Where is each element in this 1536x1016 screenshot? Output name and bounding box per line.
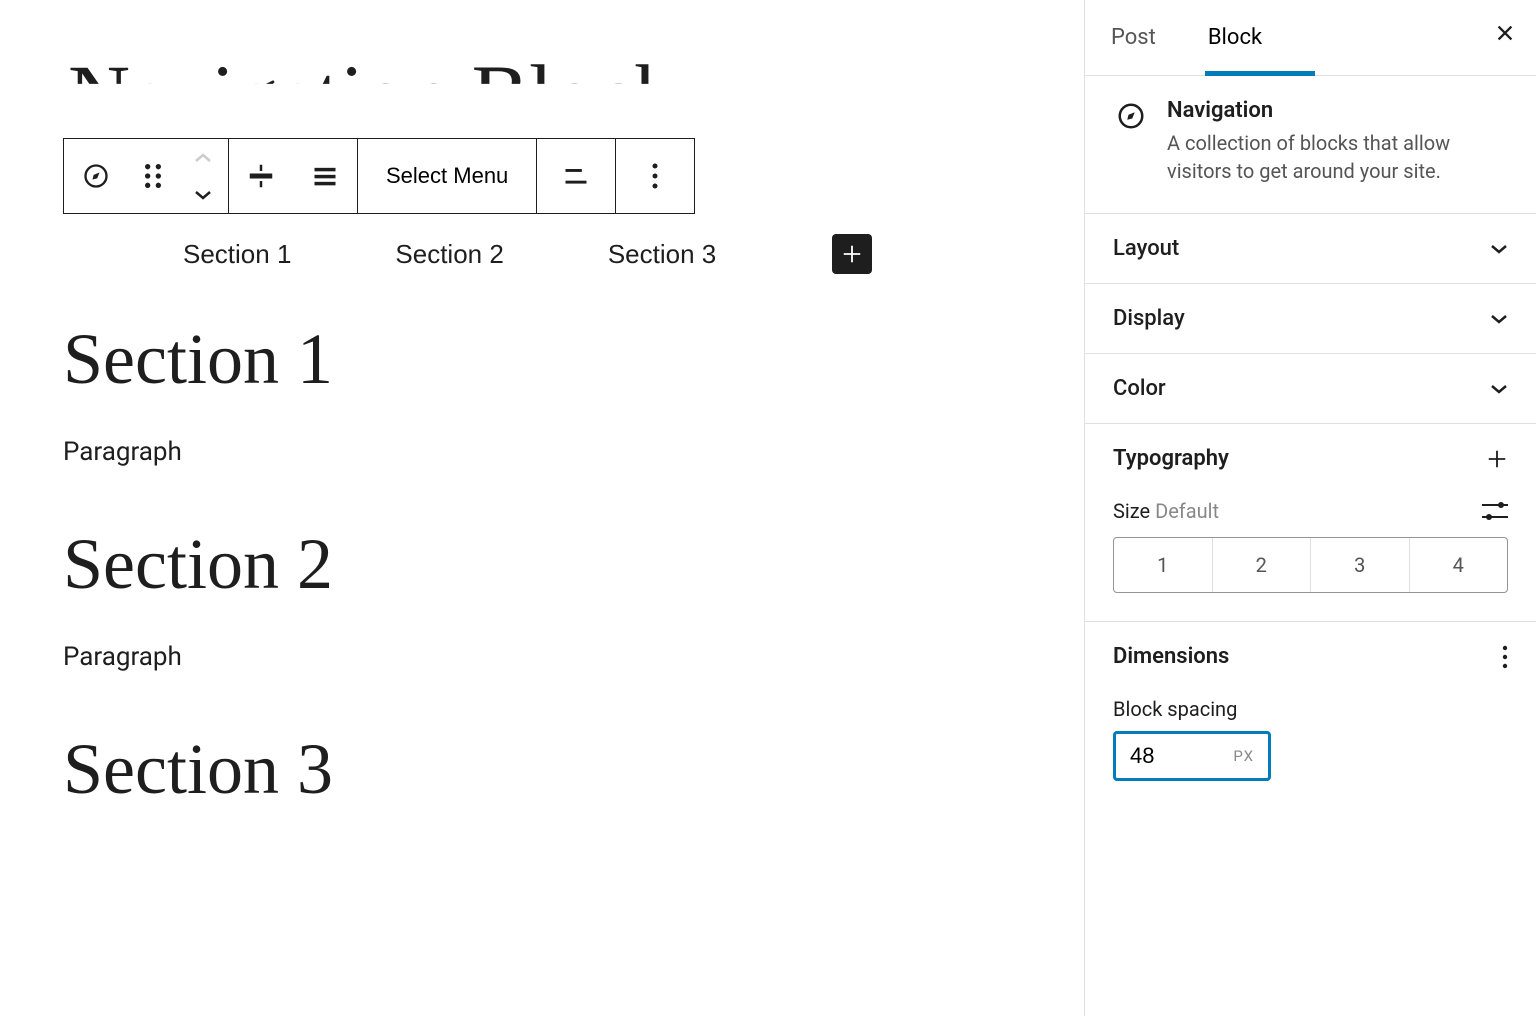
chevron-down-icon [1490, 384, 1508, 394]
editor-canvas: Navigation Block [0, 0, 1084, 1016]
block-spacing-label: Block spacing [1113, 697, 1508, 721]
text-align-button[interactable] [537, 139, 615, 213]
section-heading[interactable]: Section 3 [63, 728, 1024, 811]
drag-handle[interactable] [128, 139, 178, 213]
page-title: Navigation Block [68, 52, 677, 138]
settings-sidebar: Post Block Navigation A collection of bl… [1084, 0, 1536, 1016]
block-description: A collection of blocks that allow visito… [1167, 129, 1508, 185]
block-name: Navigation [1167, 98, 1508, 123]
chevron-down-icon [1490, 244, 1508, 254]
sliders-icon [1482, 500, 1508, 522]
panel-layout[interactable]: Layout [1085, 214, 1536, 284]
more-options-button[interactable] [616, 139, 694, 213]
move-down-button[interactable] [178, 176, 228, 213]
panel-color[interactable]: Color [1085, 354, 1536, 424]
add-block-button[interactable] [832, 234, 872, 274]
tab-block[interactable]: Block [1182, 0, 1288, 75]
close-sidebar-button[interactable] [1494, 22, 1516, 44]
drag-icon [144, 164, 162, 188]
custom-size-button[interactable] [1482, 500, 1508, 522]
panel-dimensions: Dimensions Block spacing PX [1085, 622, 1536, 781]
tab-post[interactable]: Post [1085, 0, 1182, 75]
select-menu-button[interactable]: Select Menu [358, 139, 536, 213]
size-option[interactable]: 2 [1212, 538, 1311, 592]
panel-title: Layout [1113, 236, 1179, 261]
size-label: Size Default [1113, 499, 1219, 523]
chevron-up-icon [194, 153, 212, 163]
font-size-picker: 1 2 3 4 [1113, 537, 1508, 593]
size-option[interactable]: 3 [1310, 538, 1409, 592]
move-up-button[interactable] [178, 139, 228, 176]
select-menu-label: Select Menu [386, 163, 508, 189]
dimensions-options-button[interactable] [1502, 645, 1508, 669]
more-vertical-icon [652, 163, 658, 189]
size-option[interactable]: 4 [1409, 538, 1508, 592]
navigation-block[interactable]: Section 1 Section 2 Section 3 [63, 234, 872, 274]
paragraph-block[interactable]: Paragraph [63, 437, 1024, 467]
panel-title: Typography [1113, 446, 1229, 471]
panel-display[interactable]: Display [1085, 284, 1536, 354]
justify-button[interactable] [293, 139, 357, 213]
block-spacing-control: PX [1113, 731, 1271, 781]
block-spacing-input[interactable] [1130, 743, 1190, 769]
section-heading[interactable]: Section 2 [63, 523, 1024, 606]
panel-title: Dimensions [1113, 644, 1229, 669]
unit-label[interactable]: PX [1233, 747, 1254, 765]
navigation-icon [82, 162, 110, 190]
paragraph-block[interactable]: Paragraph [63, 642, 1024, 672]
size-option[interactable]: 1 [1114, 538, 1212, 592]
nav-item[interactable]: Section 2 [395, 239, 503, 269]
nav-item[interactable]: Section 3 [608, 239, 716, 269]
active-tab-indicator [1205, 71, 1315, 76]
panel-typography: Typography Size Default [1085, 424, 1536, 622]
page-content: Section 1 Paragraph Section 2 Paragraph … [63, 318, 1024, 847]
section-heading[interactable]: Section 1 [63, 318, 1024, 401]
more-vertical-icon [1502, 645, 1508, 669]
panel-title: Display [1113, 306, 1185, 331]
align-center-icon [246, 161, 276, 191]
justify-icon [311, 162, 339, 190]
block-summary: Navigation A collection of blocks that a… [1085, 76, 1536, 214]
navigation-icon [1113, 98, 1149, 134]
block-type-button[interactable] [64, 139, 128, 213]
nav-item[interactable]: Section 1 [183, 239, 291, 269]
align-button[interactable] [229, 139, 293, 213]
panel-title: Color [1113, 376, 1166, 401]
plus-icon [841, 243, 863, 265]
close-icon [1494, 22, 1516, 44]
plus-icon [1486, 448, 1508, 470]
block-toolbar: Select Menu [63, 138, 695, 214]
add-typography-button[interactable] [1486, 448, 1508, 470]
chevron-down-icon [194, 190, 212, 200]
sidebar-tabs: Post Block [1085, 0, 1536, 76]
text-align-icon [562, 162, 590, 190]
chevron-down-icon [1490, 314, 1508, 324]
